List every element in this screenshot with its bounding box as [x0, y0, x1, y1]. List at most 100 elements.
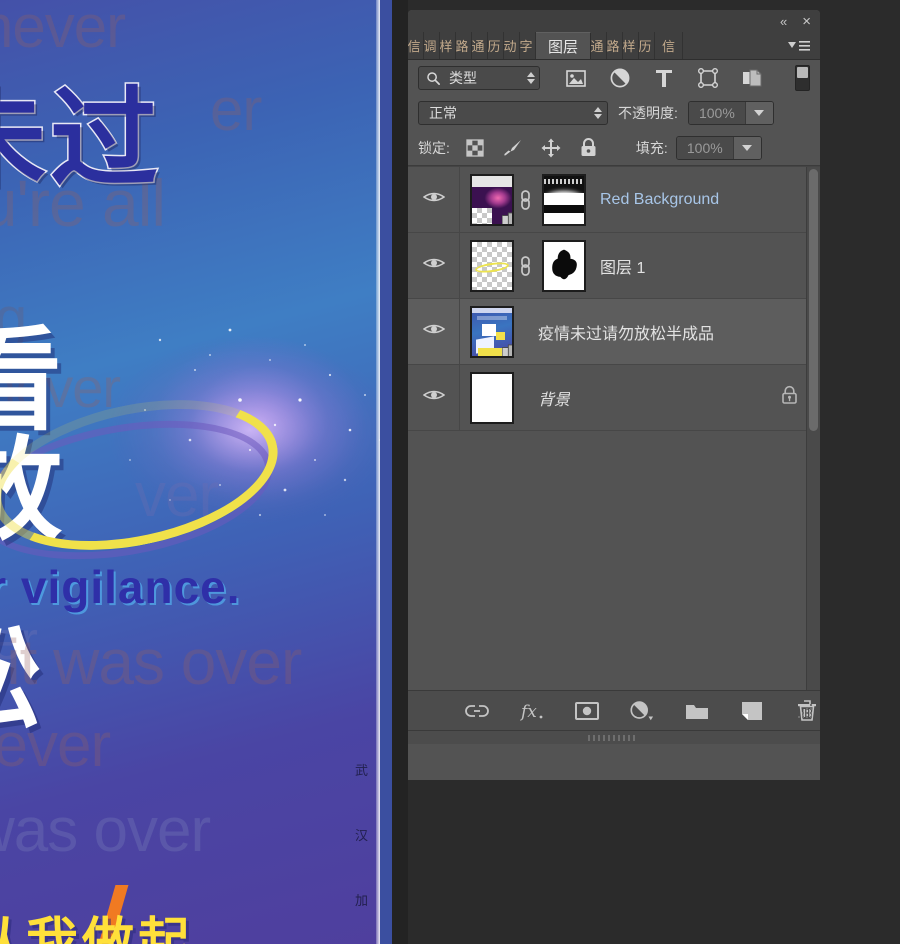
- scrollbar-thumb[interactable]: [809, 169, 818, 431]
- layer-thumbnails[interactable]: [460, 305, 514, 358]
- blend-mode-label: 正常: [429, 105, 457, 121]
- vertical-char-1: 武: [354, 764, 368, 779]
- opacity-field[interactable]: 100%: [687, 101, 774, 125]
- vertical-text-group: 武 汉 加: [355, 760, 368, 909]
- filter-enable-toggle[interactable]: [795, 65, 810, 91]
- layer-visibility-cell[interactable]: [408, 299, 460, 364]
- filter-type-label: 类型: [449, 70, 477, 86]
- adjustment-layer-filter-icon[interactable]: [609, 67, 631, 89]
- panel-resize-grip[interactable]: [796, 702, 814, 725]
- lock-all-icon[interactable]: [578, 137, 600, 159]
- link-indicator-icon[interactable]: [514, 255, 536, 277]
- document-canvas[interactable]: never er ou're all g never ver ver 未过 看 …: [0, 0, 392, 944]
- layer-name[interactable]: 背景: [538, 386, 570, 410]
- bg-word-was-over: was over: [0, 796, 211, 865]
- poster-artwork: never er ou're all g never ver ver 未过 看 …: [0, 0, 380, 944]
- tab-clipped-2[interactable]: 调: [424, 32, 440, 59]
- table-row[interactable]: Red Background: [408, 167, 820, 233]
- opacity-label: 不透明度:: [618, 105, 678, 121]
- blend-stepper-icon[interactable]: [594, 107, 602, 119]
- fill-value[interactable]: 100%: [676, 136, 733, 159]
- blend-mode-dropdown[interactable]: 正常: [418, 101, 608, 125]
- link-indicator-icon[interactable]: [514, 189, 536, 211]
- layer-locked-icon[interactable]: [781, 385, 798, 410]
- layer-filter-row: 类型: [408, 60, 820, 96]
- tab-clipped-4[interactable]: 路: [456, 32, 472, 59]
- new-layer-button[interactable]: [740, 699, 764, 723]
- slogan-text: 从我做起: [0, 913, 195, 944]
- tab-clipped-3[interactable]: 样: [440, 32, 456, 59]
- tab-clipped-10[interactable]: 路: [607, 32, 624, 59]
- layers-panel: « × 信 调 样 路 通 历 动 字 图层 通 路 样 历 信 类型 正常 不…: [408, 10, 820, 780]
- layer-name[interactable]: 疫情未过请勿放松半成品: [538, 320, 714, 344]
- layer-thumbnails[interactable]: [460, 371, 514, 424]
- search-icon: [427, 71, 440, 85]
- layer-thumbnails[interactable]: [460, 173, 586, 226]
- smart-object-filter-icon[interactable]: [741, 67, 763, 89]
- tab-clipped-7[interactable]: 动: [504, 32, 520, 59]
- layer-thumbnail[interactable]: [470, 371, 514, 424]
- layer-list-scrollbar[interactable]: [806, 167, 820, 690]
- lock-position-icon[interactable]: [540, 137, 562, 159]
- tab-clipped-8[interactable]: 字: [520, 32, 536, 59]
- tab-clipped-5[interactable]: 通: [472, 32, 488, 59]
- eye-icon[interactable]: [422, 190, 445, 209]
- fill-dropdown-icon[interactable]: [732, 136, 761, 159]
- bg-word-it-was-over: u it was over: [0, 626, 302, 698]
- smart-object-badge-icon: [502, 343, 512, 356]
- tab-clipped-1[interactable]: 信: [408, 32, 424, 59]
- fill-label: 填充:: [635, 139, 668, 156]
- table-row[interactable]: 背景: [408, 365, 820, 431]
- eye-icon[interactable]: [422, 322, 445, 341]
- shape-layer-filter-icon[interactable]: [697, 67, 719, 89]
- hero-text-weiguo: 未过: [0, 76, 163, 204]
- layer-visibility-cell[interactable]: [408, 365, 460, 430]
- link-layers-button[interactable]: [465, 699, 489, 723]
- filter-type-dropdown[interactable]: 类型: [418, 66, 540, 90]
- tab-clipped-12[interactable]: 历: [639, 32, 656, 59]
- layer-mask-thumbnail[interactable]: [542, 239, 586, 292]
- layer-visibility-cell[interactable]: [408, 233, 460, 298]
- document-right-edge: [376, 0, 380, 944]
- layer-mask-thumbnail[interactable]: [542, 173, 586, 226]
- add-layer-mask-button[interactable]: [575, 699, 599, 723]
- fill-field[interactable]: 100%: [675, 135, 762, 160]
- lock-image-pixels-icon[interactable]: [502, 137, 524, 159]
- table-row[interactable]: 图层 1: [408, 233, 820, 299]
- tab-layers[interactable]: 图层: [536, 32, 592, 59]
- table-row[interactable]: 疫情未过请勿放松半成品: [408, 299, 820, 365]
- layer-list[interactable]: Red Background 图层 1 疫情未过请勿放松半成品 背景: [408, 166, 820, 690]
- filter-stepper-icon[interactable]: [527, 72, 535, 84]
- layer-visibility-cell[interactable]: [408, 167, 460, 232]
- eye-icon[interactable]: [422, 256, 445, 275]
- collapse-panel-icon[interactable]: «: [780, 15, 787, 28]
- tab-clipped-11[interactable]: 样: [623, 32, 640, 59]
- type-layer-filter-icon[interactable]: [653, 67, 675, 89]
- panel-drag-footer[interactable]: [408, 730, 820, 744]
- bg-word-er: er: [210, 76, 262, 143]
- layer-thumbnail[interactable]: [470, 305, 514, 358]
- lock-icon-group: [464, 137, 600, 159]
- new-adjustment-layer-button[interactable]: [630, 699, 654, 723]
- layer-thumbnail[interactable]: [470, 239, 514, 292]
- eye-icon[interactable]: [422, 388, 445, 407]
- lock-transparent-pixels-icon[interactable]: [464, 137, 486, 159]
- tab-clipped-9[interactable]: 通: [591, 32, 608, 59]
- panel-menu-icon[interactable]: [778, 32, 820, 59]
- layer-style-button[interactable]: fx: [520, 699, 544, 723]
- layer-thumbnail[interactable]: [470, 173, 514, 226]
- panel-grabber-icon: [588, 734, 635, 741]
- lock-label: 锁定:: [418, 139, 450, 156]
- new-group-button[interactable]: [685, 699, 709, 723]
- opacity-dropdown-icon[interactable]: [744, 102, 773, 124]
- tab-clipped-6[interactable]: 历: [488, 32, 504, 59]
- layer-name[interactable]: Red Background: [600, 191, 719, 209]
- opacity-value[interactable]: 100%: [688, 102, 745, 124]
- close-panel-icon[interactable]: ×: [802, 14, 811, 29]
- layer-thumbnails[interactable]: [460, 239, 586, 292]
- svg-text:fx: fx: [520, 702, 537, 721]
- tab-info[interactable]: 信: [655, 32, 684, 59]
- pixel-layer-filter-icon[interactable]: [565, 67, 587, 89]
- vertical-char-2: 汉: [354, 829, 368, 844]
- layer-name[interactable]: 图层 1: [600, 254, 645, 278]
